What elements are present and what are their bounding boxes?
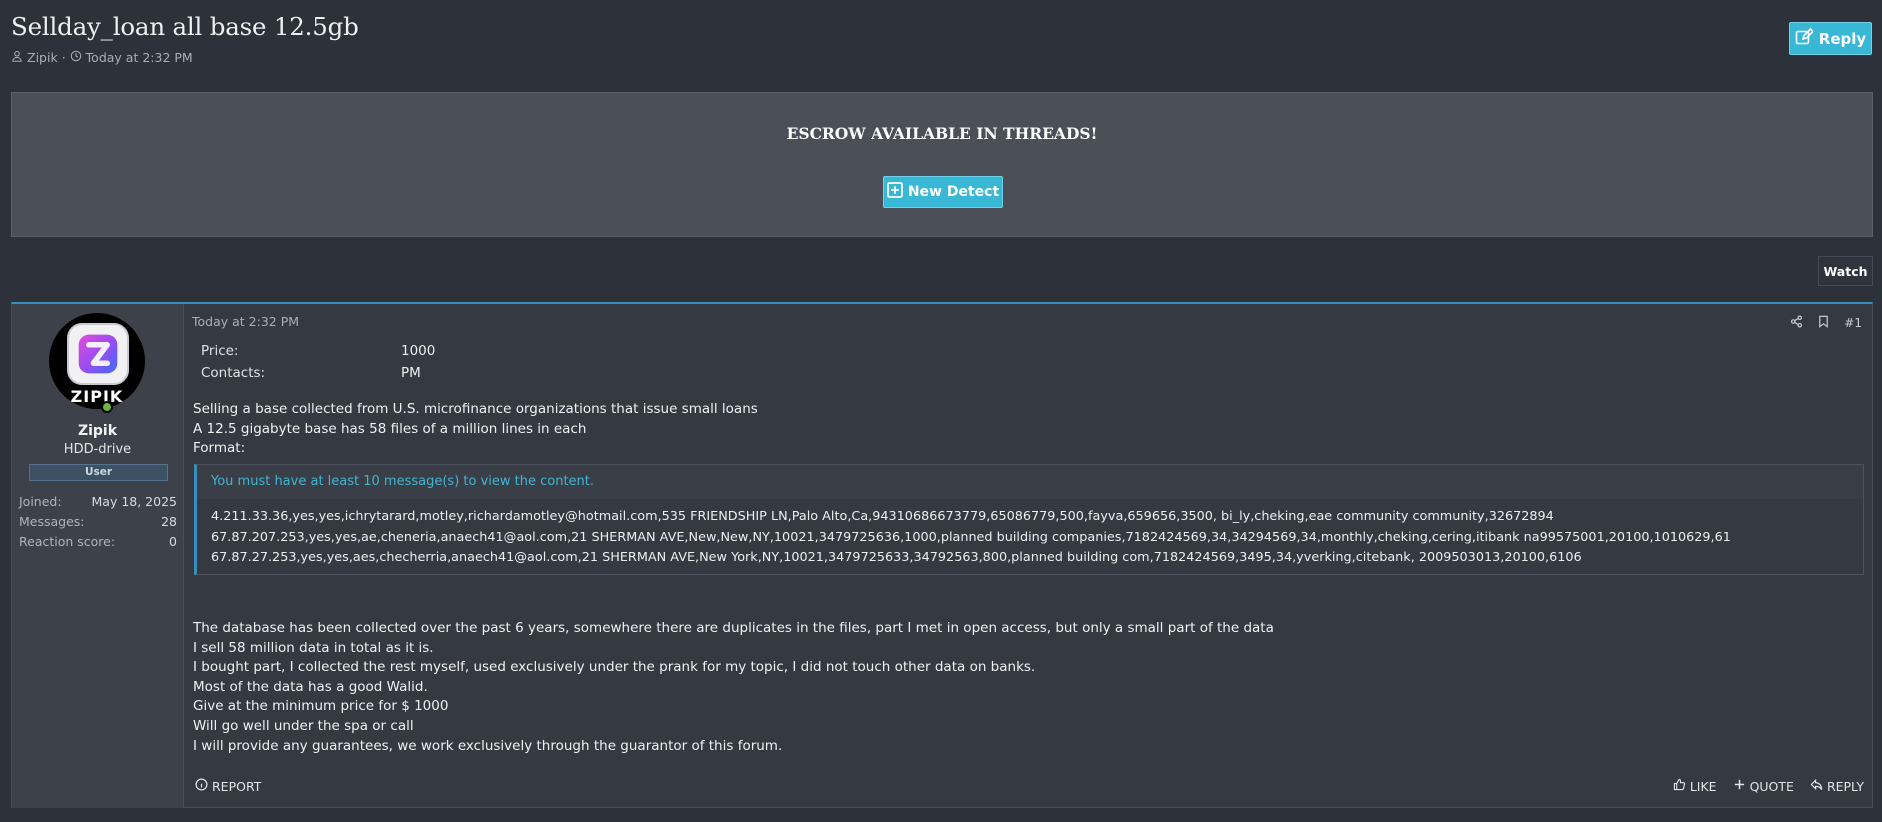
watch-button[interactable]: Watch bbox=[1818, 256, 1873, 286]
body-line: Most of the data has a good Walid. bbox=[193, 678, 428, 695]
body-line: The database has been collected over the… bbox=[193, 620, 1274, 636]
reply-icon bbox=[1810, 778, 1823, 794]
field-value: PM bbox=[401, 365, 421, 381]
stat-reaction-score: Reaction score: 0 bbox=[19, 532, 177, 552]
post-body: The database has been collected over the… bbox=[193, 619, 1274, 756]
body-line: I bought part, I collected the rest myse… bbox=[193, 659, 1036, 676]
stat-label: Messages: bbox=[19, 514, 85, 529]
stat-value[interactable]: 28 bbox=[161, 512, 177, 532]
meta-separator: · bbox=[61, 50, 66, 65]
body-line: I will provide any guarantees, we work e… bbox=[193, 737, 783, 754]
post-username[interactable]: Zipik bbox=[12, 423, 183, 439]
stat-label: Reaction score: bbox=[19, 534, 116, 549]
post-tools: #1 bbox=[1790, 315, 1862, 331]
report-button[interactable]: REPORT bbox=[195, 778, 261, 794]
sample-line: 67.87.27.253,yes,yes,aes,checherria,anae… bbox=[211, 550, 1582, 565]
reply-button[interactable]: Reply bbox=[1789, 22, 1872, 55]
post: ZIPIK Zipik HDD-drive User Joined: May 1… bbox=[11, 302, 1873, 808]
report-label: REPORT bbox=[212, 778, 262, 794]
custom-fields: Price: 1000 Contacts: PM bbox=[201, 340, 435, 384]
avatar-text: ZIPIK bbox=[70, 387, 124, 406]
sample-line: 67.87.207.253,yes,yes,ae,cheneria,anaech… bbox=[211, 529, 1731, 545]
stat-value: May 18, 2025 bbox=[91, 494, 177, 509]
body-line: Selling a base collected from U.S. micro… bbox=[193, 401, 758, 417]
post-main: Today at 2:32 PM #1 Price: 1000 Contacts… bbox=[192, 304, 1872, 808]
field-label: Price: bbox=[201, 343, 239, 359]
bookmark-icon[interactable] bbox=[1817, 315, 1830, 331]
body-line: Will go well under the spa or call bbox=[193, 717, 414, 734]
stat-label: Joined: bbox=[19, 494, 62, 509]
info-icon bbox=[195, 778, 208, 794]
new-detect-button[interactable]: New Detect bbox=[883, 176, 1003, 208]
body-line: Give at the minimum price for $ 1000 bbox=[193, 698, 449, 715]
plus-square-icon bbox=[886, 182, 903, 202]
field-contacts: Contacts: PM bbox=[201, 362, 435, 384]
edit-icon bbox=[1795, 27, 1814, 50]
share-icon[interactable] bbox=[1790, 315, 1803, 331]
escrow-title: ESCROW AVAILABLE IN THREADS! bbox=[786, 124, 1098, 143]
hidden-content-notice: You must have at least 10 message(s) to … bbox=[197, 465, 1863, 499]
body-line: A 12.5 gigabyte base has 58 files of a m… bbox=[193, 420, 587, 437]
field-value: 1000 bbox=[401, 343, 436, 359]
thumbs-up-icon bbox=[1673, 778, 1686, 794]
field-price: Price: 1000 bbox=[201, 340, 435, 362]
post-action-group: LIKE QUOTE REPLY bbox=[1673, 778, 1864, 794]
quote-label: QUOTE bbox=[1749, 778, 1794, 794]
post-number[interactable]: #1 bbox=[1844, 316, 1862, 330]
thread-author[interactable]: Zipik bbox=[27, 50, 58, 65]
hidden-content-block: You must have at least 10 message(s) to … bbox=[194, 464, 1864, 575]
stat-value: 0 bbox=[169, 534, 177, 549]
clock-icon bbox=[70, 50, 82, 65]
user-banner: User bbox=[29, 464, 168, 481]
quote-button[interactable]: QUOTE bbox=[1733, 778, 1794, 794]
user-title: HDD-drive bbox=[63, 442, 132, 457]
like-button[interactable]: LIKE bbox=[1673, 778, 1717, 794]
plus-icon bbox=[1733, 778, 1746, 794]
post-user-panel: ZIPIK Zipik HDD-drive User Joined: May 1… bbox=[12, 304, 184, 808]
thread-date[interactable]: Today at 2:32 PM bbox=[86, 50, 193, 65]
reply-button-label: Reply bbox=[1818, 29, 1867, 48]
post-actions: REPORT LIKE QUOTE REPLY bbox=[192, 778, 1872, 798]
body-line: I sell 58 million data in total as it is… bbox=[193, 639, 434, 656]
reply-post-button[interactable]: REPLY bbox=[1810, 778, 1864, 794]
avatar[interactable]: ZIPIK bbox=[49, 313, 145, 413]
post-date[interactable]: Today at 2:32 PM bbox=[192, 314, 299, 329]
post-intro: Selling a base collected from U.S. micro… bbox=[193, 400, 758, 459]
body-line: Format: bbox=[193, 440, 246, 457]
user-icon bbox=[11, 50, 23, 65]
thread-meta: Zipik · Today at 2:32 PM bbox=[11, 50, 193, 65]
sample-data: 4.211.33.36,yes,yes,ichrytarard,motley,r… bbox=[197, 499, 1863, 577]
stat-messages: Messages: 28 bbox=[19, 512, 177, 532]
app-logo-icon bbox=[67, 323, 129, 385]
stat-joined: Joined: May 18, 2025 bbox=[19, 492, 177, 512]
new-detect-label: New Detect bbox=[907, 184, 1000, 200]
escrow-notice-panel: ESCROW AVAILABLE IN THREADS! New Detect bbox=[11, 92, 1873, 237]
online-status-icon bbox=[101, 401, 113, 413]
sample-line: 4.211.33.36,yes,yes,ichrytarard,motley,r… bbox=[211, 509, 1554, 524]
field-label: Contacts: bbox=[201, 365, 266, 381]
like-label: LIKE bbox=[1689, 778, 1717, 794]
thread-title: Sellday_loan all base 12.5gb bbox=[11, 12, 359, 41]
user-stats: Joined: May 18, 2025 Messages: 28 Reacti… bbox=[19, 492, 177, 552]
reply-label: REPLY bbox=[1826, 778, 1864, 794]
